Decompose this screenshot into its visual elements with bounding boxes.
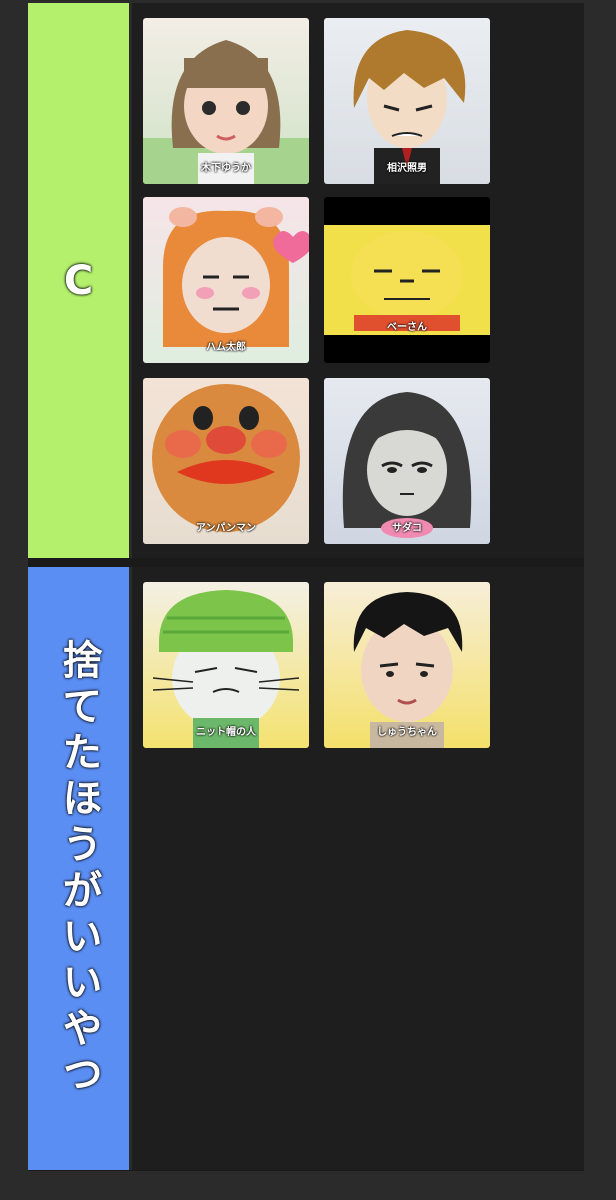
tier-label-text: C xyxy=(63,257,94,304)
tier-items-trash: ニット帽の人 しゅうちゃん xyxy=(129,567,584,1170)
tier-card[interactable]: しゅうちゃん xyxy=(324,582,490,748)
tier-card[interactable]: 相沢照男 xyxy=(324,18,490,184)
tier-card[interactable]: ベーさん xyxy=(324,197,490,363)
tier-label-c[interactable]: C xyxy=(28,3,129,558)
tier-card[interactable]: アンパンマン xyxy=(143,378,309,544)
mii-avatar-icon xyxy=(324,225,490,335)
tier-card[interactable]: ハム太郎 xyxy=(143,197,309,363)
tier-card[interactable]: サダコ xyxy=(324,378,490,544)
card-caption: ニット帽の人 xyxy=(196,727,256,738)
tier-label-text: 捨てたほうがいいやつ xyxy=(55,638,102,1099)
tier-row-trash: 捨てたほうがいいやつ ニット帽の人 しゅうちゃん xyxy=(28,567,584,1170)
card-caption: ベーさん xyxy=(387,322,427,333)
tier-row-c: C 木下ゆうか 相沢照男 ハム太郎 ベーさん アンパンマン サダコ xyxy=(28,3,584,558)
card-caption: ハム太郎 xyxy=(206,342,246,353)
tier-items-c: 木下ゆうか 相沢照男 ハム太郎 ベーさん アンパンマン サダコ xyxy=(129,3,584,558)
card-caption: 相沢照男 xyxy=(387,163,427,174)
card-caption: サダコ xyxy=(392,523,422,534)
tier-card[interactable]: ニット帽の人 xyxy=(143,582,309,748)
tier-label-trash[interactable]: 捨てたほうがいいやつ xyxy=(28,567,129,1170)
tier-card[interactable]: 木下ゆうか xyxy=(143,18,309,184)
card-caption: 木下ゆうか xyxy=(201,163,251,174)
card-caption: しゅうちゃん xyxy=(377,727,437,738)
card-caption: アンパンマン xyxy=(195,523,257,534)
